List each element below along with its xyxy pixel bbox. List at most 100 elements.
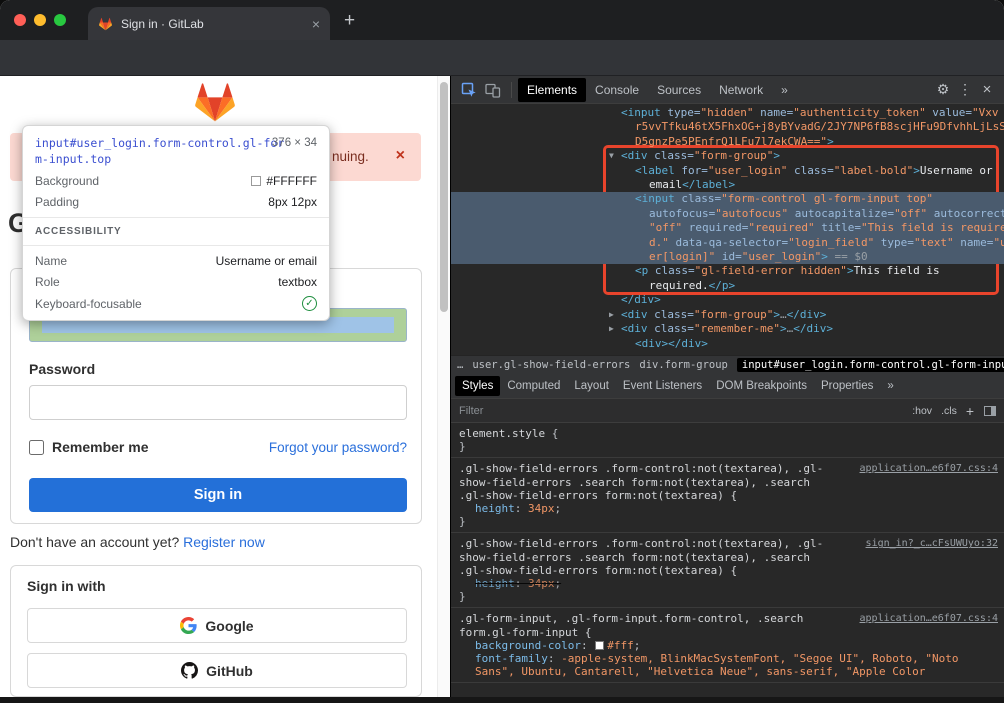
code-token: > [773,149,780,162]
devtools-tab-elements[interactable]: Elements [518,78,586,102]
dom-node-line[interactable]: <input type="hidden" name="authenticity_… [451,106,1004,120]
dom-node-line[interactable]: ▶<div class="form-group">…</div> [451,308,1004,322]
code-token: <div [621,308,648,321]
crumb-form[interactable]: user.gl-show-field-errors [472,359,630,371]
devtools-toolbar: ElementsConsoleSourcesNetwork» ⚙ ⋮ × [451,76,1004,104]
devtools-tab-sources[interactable]: Sources [648,78,710,102]
stylesheet-link[interactable]: application…e6f07.css:4 [860,462,998,475]
style-declaration-line[interactable]: .gl-show-field-errors form:not(textarea)… [459,489,996,502]
forgot-password-link[interactable]: Forgot your password? [269,440,407,455]
styles-tab-computed[interactable]: Computed [500,376,567,396]
code-token: 34px [528,577,555,590]
devtools-tab-network[interactable]: Network [710,78,772,102]
dom-node-line[interactable]: d." data-qa-selector="login_field" type=… [451,236,1004,250]
browser-tab[interactable]: Sign in · GitLab × [88,7,330,40]
dom-node-line[interactable]: <div></div> [451,337,1004,351]
code-token: { [545,427,558,440]
crumb-ellipsis[interactable]: … [457,359,463,371]
style-declaration-line[interactable]: } [459,515,996,528]
password-input[interactable] [29,385,407,420]
new-style-rule-button[interactable]: + [966,403,974,419]
dom-node-line[interactable]: er[login]" id="user_login"> == $0 [451,250,1004,264]
style-declaration-line[interactable]: background-color: #fff; [459,639,996,652]
style-declaration-line[interactable]: show-field-errors .search form:not(texta… [459,551,996,564]
dom-node-line[interactable]: <p class="gl-field-error hidden">This fi… [451,264,1004,278]
dom-node-line[interactable]: r5vvTfku46tX5FhxOG+j8yBYvadG/2JY7NP6fB8s… [451,120,1004,134]
stylesheet-link[interactable]: application…e6f07.css:4 [860,612,998,625]
register-now-link[interactable]: Register now [183,534,265,550]
code-token: font-family [475,652,548,665]
new-tab-button[interactable]: + [344,10,355,32]
window-bottom-edge [0,697,1004,703]
class-toggle[interactable]: .cls [941,405,957,417]
zoom-window-button[interactable] [54,14,66,26]
remember-me-checkbox[interactable] [29,440,44,455]
style-declaration-line[interactable]: height: 34px; [459,577,996,590]
devtools-tab-console[interactable]: Console [586,78,648,102]
alert-close-icon[interactable]: × [396,147,405,165]
expand-arrow-icon[interactable]: ▶ [609,308,614,322]
register-text: Don't have an account yet? [10,534,183,550]
code-token: > [913,164,920,177]
dom-node-line[interactable]: D5gnzPe5PEnfrQ1LFu7l7ekCWA=="> [451,135,1004,149]
styles-filter-input[interactable]: Filter [459,405,903,417]
color-swatch[interactable] [595,641,604,650]
dom-node-line[interactable]: <label for="user_login" class="label-bol… [451,164,1004,178]
style-declaration-line[interactable]: height: 34px; [459,502,996,515]
page-scrollbar[interactable] [437,76,450,697]
crumb-input[interactable]: input#user_login.form-control.gl-form-in… [737,358,1004,372]
code-token: "Vxv [972,106,999,119]
expand-arrow-icon[interactable]: ▶ [609,322,614,336]
stylesheet-link[interactable]: sign_in?_c…cFsUWUyo:32 [866,537,998,550]
devtools-tab-more-panels[interactable]: » [772,78,797,102]
devtools-close-icon[interactable]: × [976,81,998,98]
github-signin-button[interactable]: GitHub [27,653,407,688]
style-declaration-line[interactable]: font-family: -apple-system, BlinkMacSyst… [459,652,996,665]
styles-tab-dom-breakpoints[interactable]: DOM Breakpoints [709,376,814,396]
github-label: GitHub [206,663,253,679]
sign-in-button[interactable]: Sign in [29,478,407,512]
style-declaration-line[interactable]: .gl-show-field-errors form:not(textarea)… [459,564,996,577]
inspected-element-dimensions: 376 × 34 [272,137,317,149]
google-signin-button[interactable]: Google [27,608,407,643]
scrollbar-thumb[interactable] [440,82,448,312]
style-declaration-line[interactable]: Sans", Ubuntu, Cantarell, "Helvetica Neu… [459,665,996,678]
toggle-sidebar-icon[interactable] [984,406,996,416]
code-token: "hidden" [701,106,754,119]
style-declaration-line[interactable]: element.style { [459,427,996,440]
device-toolbar-icon[interactable] [481,79,505,101]
tooltip-row-label: Name [35,254,67,268]
dom-node-line[interactable]: <input class="form-control gl-form-input… [451,192,1004,206]
minimize-window-button[interactable] [34,14,46,26]
dom-node-line[interactable]: </div> [451,293,1004,307]
code-token: d." [649,236,669,249]
tab-close-icon[interactable]: × [312,17,320,31]
dom-node-line[interactable]: email</label> [451,178,1004,192]
code-token: > [821,250,828,263]
code-token: "label-bold" [834,164,913,177]
styles-tab-layout[interactable]: Layout [567,376,616,396]
dom-node-line[interactable]: ▶<div class="remember-me">…</div> [451,322,1004,336]
expand-arrow-icon[interactable]: ▼ [609,149,614,163]
close-window-button[interactable] [14,14,26,26]
tooltip-divider [23,217,329,218]
dom-node-line[interactable]: ▼<div class="form-group"> [451,149,1004,163]
styles-tab-more-styles[interactable]: » [880,376,900,396]
settings-gear-icon[interactable]: ⚙ [932,81,954,98]
style-declaration-line[interactable]: } [459,590,996,603]
hover-state-toggle[interactable]: :hov [912,405,932,417]
styles-tab-styles[interactable]: Styles [455,376,500,396]
style-declaration-line[interactable]: show-field-errors .search form:not(texta… [459,476,996,489]
styles-tab-properties[interactable]: Properties [814,376,880,396]
code-token: } [459,590,466,603]
style-declaration-line[interactable]: } [459,440,996,453]
code-token: : [548,652,561,665]
devtools-menu-icon[interactable]: ⋮ [954,81,976,98]
styles-tab-event-listeners[interactable]: Event Listeners [616,376,709,396]
dom-node-line[interactable]: "off" required="required" title="This fi… [451,221,1004,235]
style-declaration-line[interactable]: form.gl-form-input { [459,626,996,639]
dom-node-line[interactable]: required.</p> [451,279,1004,293]
dom-node-line[interactable]: autofocus="autofocus" autocapitalize="of… [451,207,1004,221]
crumb-form-group[interactable]: div.form-group [639,359,728,371]
inspect-element-icon[interactable] [457,79,481,101]
